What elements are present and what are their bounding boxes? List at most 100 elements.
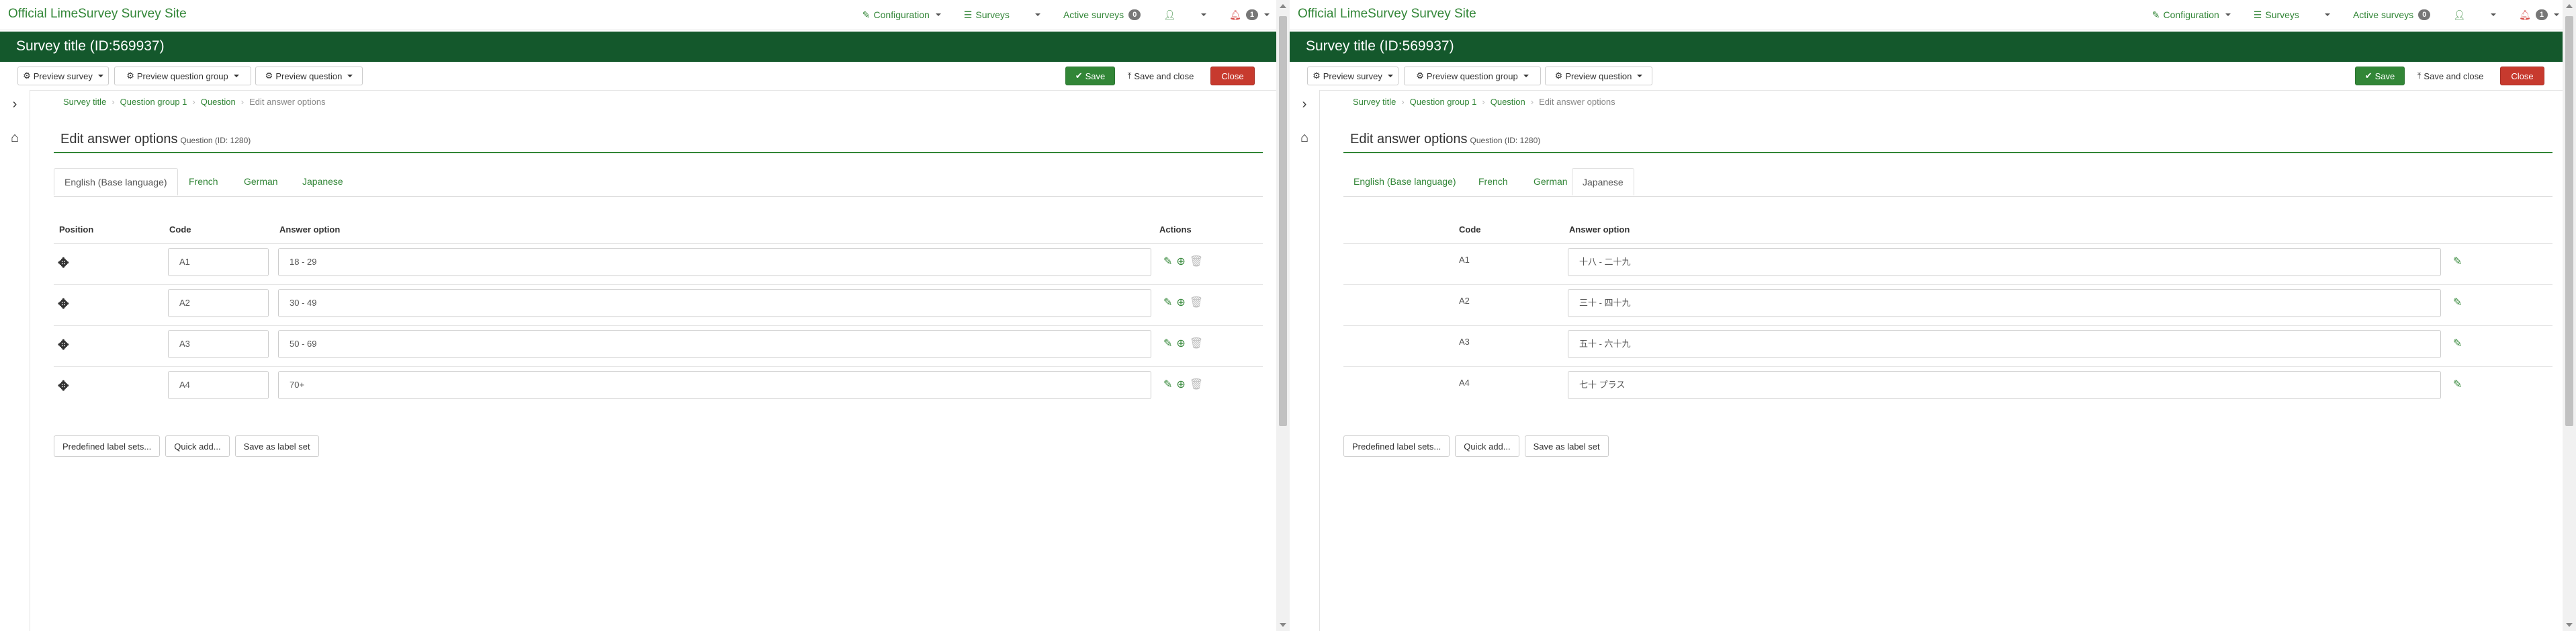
- pencil-icon[interactable]: ✎: [2453, 255, 2462, 268]
- notifications-menu[interactable]: 🔔︎ 1: [2519, 9, 2559, 21]
- trash-icon[interactable]: 🗑︎: [1190, 337, 1203, 350]
- move-icon[interactable]: ✥: [58, 337, 69, 353]
- active-surveys-link[interactable]: Active surveys 0: [2353, 9, 2431, 20]
- answer-input[interactable]: 50 - 69: [278, 330, 1151, 358]
- close-button[interactable]: Close: [2500, 67, 2544, 85]
- page-header: Edit answer options Question (ID: 1280): [1343, 129, 2552, 153]
- answer-input[interactable]: 18 - 29: [278, 248, 1151, 276]
- scroll-down-arrow-icon[interactable]: [1280, 623, 1286, 627]
- configuration-menu[interactable]: ✎ Configuration: [2152, 9, 2231, 21]
- move-icon[interactable]: ✥: [58, 378, 69, 394]
- save-as-label-set-button[interactable]: Save as label set: [234, 435, 319, 457]
- predefined-label-sets-button[interactable]: Predefined label sets...: [1343, 435, 1450, 457]
- pencil-icon[interactable]: ✎: [2453, 378, 2462, 391]
- move-icon[interactable]: ✥: [58, 255, 69, 271]
- plus-circle-icon[interactable]: ⊕: [1176, 296, 1185, 309]
- breadcrumb-group[interactable]: Question group 1: [1410, 97, 1477, 107]
- home-icon[interactable]: ⌂: [0, 130, 30, 146]
- preview-question-button[interactable]: ⚙ Preview question: [1545, 67, 1652, 85]
- gear-icon: ⚙: [265, 71, 273, 81]
- code-input[interactable]: A4: [168, 371, 269, 399]
- site-brand[interactable]: Official LimeSurvey Survey Site: [8, 7, 187, 22]
- pencil-icon[interactable]: ✎: [1163, 337, 1172, 350]
- save-and-close-button[interactable]: ⤒ Save and close: [1120, 67, 1201, 85]
- tab-japanese[interactable]: Japanese: [1572, 168, 1634, 196]
- breadcrumb-question[interactable]: Question: [201, 97, 236, 107]
- tab-french[interactable]: French: [179, 168, 228, 196]
- tab-english[interactable]: English (Base language): [1343, 168, 1466, 196]
- answer-input[interactable]: 十八 - 二十九: [1568, 248, 2441, 276]
- scroll-thumb[interactable]: [2565, 16, 2573, 426]
- breadcrumb-survey[interactable]: Survey title: [63, 97, 106, 107]
- save-button[interactable]: ✔ Save: [1065, 67, 1115, 85]
- breadcrumb-group[interactable]: Question group 1: [120, 97, 187, 107]
- plus-circle-icon[interactable]: ⊕: [1176, 255, 1185, 268]
- user-dropdown[interactable]: [1198, 13, 1207, 16]
- preview-survey-button[interactable]: ⚙ Preview survey: [17, 67, 109, 85]
- scroll-thumb[interactable]: [1279, 16, 1287, 426]
- trash-icon[interactable]: 🗑︎: [1190, 255, 1203, 268]
- site-brand[interactable]: Official LimeSurvey Survey Site: [1298, 7, 1476, 22]
- tab-english[interactable]: English (Base language): [54, 168, 178, 196]
- plus-circle-icon[interactable]: ⊕: [1176, 378, 1185, 391]
- close-button[interactable]: Close: [1210, 67, 1255, 85]
- surveys-dropdown[interactable]: [2322, 13, 2330, 16]
- tab-japanese[interactable]: Japanese: [292, 168, 353, 196]
- left-scrollbar[interactable]: [1276, 0, 1290, 631]
- surveys-dropdown[interactable]: [1032, 13, 1040, 16]
- answer-input[interactable]: 七十 プラス: [1568, 371, 2441, 399]
- answer-input[interactable]: 五十 - 六十九: [1568, 330, 2441, 358]
- home-icon[interactable]: ⌂: [1290, 130, 1319, 146]
- scroll-up-arrow-icon[interactable]: [1280, 4, 1286, 8]
- pencil-icon[interactable]: ✎: [1163, 296, 1172, 309]
- chevron-down-icon: [1201, 13, 1207, 16]
- answer-input[interactable]: 30 - 49: [278, 289, 1151, 317]
- quick-add-button[interactable]: Quick add...: [1455, 435, 1519, 457]
- answer-input[interactable]: 三十 - 四十九: [1568, 289, 2441, 317]
- chevron-right-icon[interactable]: ›: [0, 97, 30, 112]
- code-input[interactable]: A2: [168, 289, 269, 317]
- gear-icon: ⚙: [1416, 71, 1424, 81]
- notifications-menu[interactable]: 🔔︎ 1: [1229, 9, 1270, 21]
- save-button[interactable]: ✔ Save: [2355, 67, 2405, 85]
- user-menu[interactable]: 👤︎: [1163, 9, 1175, 21]
- user-dropdown[interactable]: [2488, 13, 2497, 16]
- header-answer-option: Answer option: [1569, 224, 1630, 235]
- preview-question-group-button[interactable]: ⚙ Preview question group: [1404, 67, 1541, 85]
- save-and-close-button[interactable]: ⤒ Save and close: [2410, 67, 2491, 85]
- preview-survey-button[interactable]: ⚙ Preview survey: [1307, 67, 1398, 85]
- chevron-right-icon[interactable]: ›: [1290, 97, 1319, 112]
- scroll-up-arrow-icon[interactable]: [2566, 4, 2573, 8]
- pencil-icon[interactable]: ✎: [1163, 378, 1172, 391]
- save-as-label-set-button[interactable]: Save as label set: [1524, 435, 1609, 457]
- quick-add-button[interactable]: Quick add...: [165, 435, 230, 457]
- save-icon: ⤒: [1127, 71, 1132, 81]
- user-menu[interactable]: 👤︎: [2453, 9, 2465, 21]
- active-surveys-link[interactable]: Active surveys 0: [1063, 9, 1141, 20]
- tab-german[interactable]: German: [234, 168, 288, 196]
- breadcrumb-survey[interactable]: Survey title: [1353, 97, 1396, 107]
- code-input[interactable]: A1: [168, 248, 269, 276]
- pencil-icon[interactable]: ✎: [1163, 255, 1172, 268]
- configuration-menu[interactable]: ✎ Configuration: [862, 9, 941, 21]
- trash-icon[interactable]: 🗑︎: [1190, 296, 1203, 309]
- chevron-down-icon: [2491, 13, 2497, 16]
- tab-french[interactable]: French: [1468, 168, 1518, 196]
- plus-circle-icon[interactable]: ⊕: [1176, 337, 1185, 350]
- pencil-icon[interactable]: ✎: [2453, 337, 2462, 350]
- breadcrumb-question[interactable]: Question: [1491, 97, 1525, 107]
- preview-question-group-button[interactable]: ⚙ Preview question group: [114, 67, 251, 85]
- right-scrollbar[interactable]: [2563, 0, 2576, 631]
- pencil-icon[interactable]: ✎: [2453, 296, 2462, 309]
- scroll-down-arrow-icon[interactable]: [2566, 623, 2573, 627]
- code-input[interactable]: A3: [168, 330, 269, 358]
- trash-icon[interactable]: 🗑︎: [1190, 378, 1203, 391]
- list-icon: ☰: [2253, 9, 2262, 20]
- move-icon[interactable]: ✥: [58, 296, 69, 312]
- answer-input[interactable]: 70+: [278, 371, 1151, 399]
- tab-german[interactable]: German: [1523, 168, 1578, 196]
- surveys-menu[interactable]: ☰ Surveys: [964, 9, 1010, 21]
- predefined-label-sets-button[interactable]: Predefined label sets...: [54, 435, 161, 457]
- surveys-menu[interactable]: ☰ Surveys: [2254, 9, 2299, 21]
- preview-question-button[interactable]: ⚙ Preview question: [255, 67, 363, 85]
